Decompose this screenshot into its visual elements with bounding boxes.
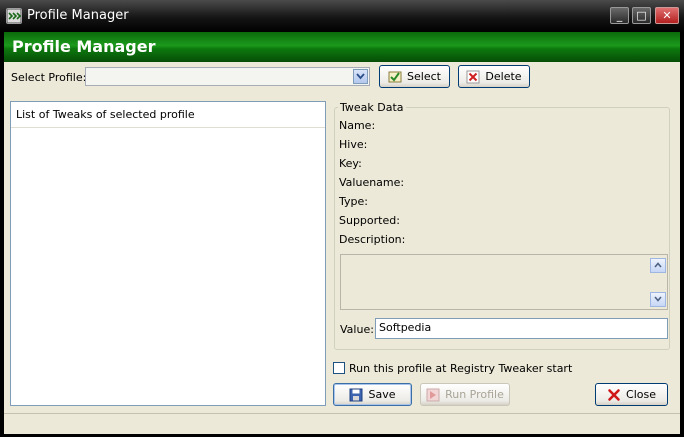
chevron-down-icon[interactable] — [353, 69, 368, 84]
tweak-data-legend: Tweak Data — [338, 101, 406, 114]
floppy-disk-icon — [349, 388, 363, 402]
valuename-label: Valuename: — [339, 176, 405, 189]
delete-button-label: Delete — [485, 70, 522, 83]
select-profile-label: Select Profile: — [11, 71, 87, 84]
title-bar[interactable]: Profile Manager _ □ ✕ — [0, 0, 684, 32]
save-button[interactable]: Save — [333, 383, 412, 406]
page-title: Profile Manager — [12, 37, 156, 56]
close-x-icon — [607, 388, 621, 402]
app-icon — [6, 8, 22, 24]
header-band: Profile Manager — [4, 32, 680, 62]
delete-button[interactable]: Delete — [458, 65, 530, 88]
tweak-list-header: List of Tweaks of selected profile — [11, 102, 325, 128]
type-label: Type: — [339, 195, 368, 208]
description-textarea[interactable] — [340, 254, 668, 310]
scroll-down-icon[interactable] — [650, 292, 666, 307]
select-button[interactable]: Select — [379, 65, 450, 88]
tweak-list[interactable]: List of Tweaks of selected profile — [10, 101, 326, 406]
select-button-label: Select — [407, 70, 441, 83]
select-check-icon — [388, 70, 402, 84]
window-client-area: Profile Manager Select Profile: Select D… — [4, 32, 680, 434]
run-profile-button[interactable]: Run Profile — [420, 383, 510, 406]
maximize-button[interactable]: □ — [632, 7, 651, 24]
value-label: Value: — [340, 323, 374, 336]
close-button[interactable]: Close — [595, 383, 668, 406]
window-title: Profile Manager — [27, 8, 129, 23]
key-label: Key: — [339, 157, 362, 170]
profile-select[interactable] — [85, 67, 370, 86]
run-flag-icon — [426, 388, 440, 402]
close-window-button[interactable]: ✕ — [655, 7, 679, 24]
run-at-start-checkbox[interactable] — [333, 362, 345, 374]
save-button-label: Save — [368, 388, 396, 401]
scroll-up-icon[interactable] — [650, 258, 666, 273]
close-button-label: Close — [626, 388, 656, 401]
status-bar — [4, 413, 680, 434]
supported-label: Supported: — [339, 214, 400, 227]
name-label: Name: — [339, 119, 376, 132]
minimize-button[interactable]: _ — [610, 7, 629, 24]
run-at-start-label: Run this profile at Registry Tweaker sta… — [349, 362, 573, 375]
description-label: Description: — [339, 233, 406, 246]
tweak-data-group — [334, 107, 670, 350]
value-field[interactable]: Softpedia — [375, 318, 668, 339]
run-profile-button-label: Run Profile — [445, 388, 504, 401]
hive-label: Hive: — [339, 138, 368, 151]
delete-x-icon — [466, 70, 480, 84]
